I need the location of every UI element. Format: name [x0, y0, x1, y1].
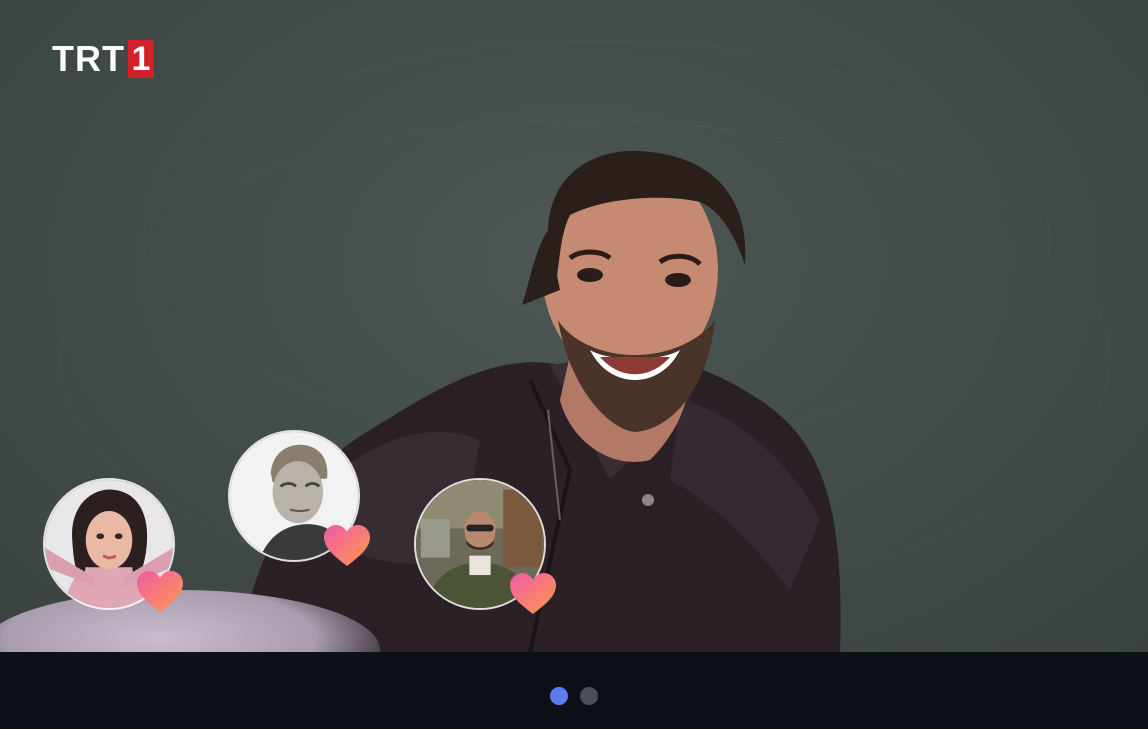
carousel-dot-1-active[interactable] [550, 687, 568, 705]
heart-reaction-icon[interactable] [135, 570, 185, 614]
avatar-woman-pink[interactable] [43, 478, 183, 612]
heart-reaction-icon[interactable] [508, 572, 558, 616]
trt1-logo: TRT 1 [52, 40, 154, 78]
hero-banner[interactable]: TRT 1 [0, 0, 1148, 652]
carousel-dot-2[interactable] [580, 687, 598, 705]
avatar-man-sunglasses[interactable] [414, 478, 556, 614]
avatar-man-blond-bw[interactable] [228, 430, 370, 566]
logo-number: 1 [127, 40, 154, 78]
logo-text: TRT [52, 38, 125, 79]
heart-reaction-icon[interactable] [322, 524, 372, 568]
carousel-pagination [0, 687, 1148, 707]
